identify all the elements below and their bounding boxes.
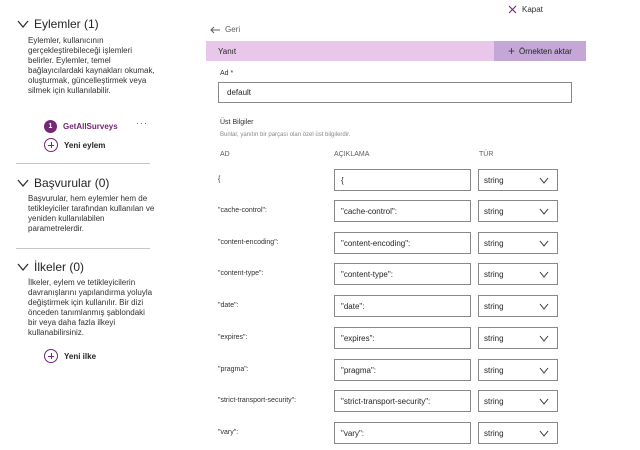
policies-title: İlkeler (0)	[34, 260, 85, 274]
header-row: "expires": string	[206, 327, 586, 349]
column-header-description: AÇIKLAMA	[334, 151, 370, 158]
header-name: "vary":	[218, 429, 239, 436]
back-label: Geri	[225, 25, 241, 34]
header-row: "date": string	[206, 295, 586, 317]
header-description-input[interactable]	[334, 422, 471, 444]
name-field-label: Ad *	[220, 70, 234, 77]
plus-icon: +	[508, 44, 516, 58]
policies-section-header[interactable]: İlkeler (0)	[16, 260, 84, 274]
header-name: "date":	[218, 302, 239, 309]
header-row: { string	[206, 169, 586, 191]
close-label: Kapat	[522, 5, 543, 14]
header-name: "expires":	[218, 334, 248, 341]
action-number-badge: 1	[44, 120, 57, 133]
response-title: Yanıt	[218, 47, 237, 56]
column-header-name: AD	[220, 151, 230, 158]
type-value: string	[484, 206, 504, 216]
header-row: "pragma": string	[206, 359, 586, 381]
name-input[interactable]	[218, 82, 572, 103]
header-name: {	[218, 176, 221, 183]
header-description-input[interactable]	[334, 200, 471, 222]
header-description-input[interactable]	[334, 232, 471, 254]
action-label: GetAllSurveys	[63, 122, 118, 131]
header-description-input[interactable]	[334, 327, 471, 349]
chevron-down-icon	[539, 335, 549, 342]
add-circle-icon	[44, 349, 58, 363]
type-value: string	[484, 238, 504, 248]
actions-title: Eylemler (1)	[34, 17, 99, 31]
chevron-down-icon[interactable]	[16, 17, 30, 31]
new-policy-button[interactable]: Yeni ilke	[44, 349, 96, 363]
chevron-down-icon	[539, 177, 549, 184]
header-name: "content-encoding":	[218, 239, 279, 246]
left-panel: Eylemler (1) Eylemler, kullanıcının gerç…	[0, 0, 160, 450]
header-row: "content-encoding": string	[206, 232, 586, 254]
header-row: "cache-control": string	[206, 200, 586, 222]
header-description-input[interactable]	[334, 295, 471, 317]
type-value: string	[484, 396, 504, 406]
close-icon	[508, 5, 517, 14]
new-action-button[interactable]: Yeni eylem	[44, 138, 105, 152]
more-options-icon[interactable]: ···	[136, 118, 148, 128]
chevron-down-icon	[539, 367, 549, 374]
header-description-input[interactable]	[334, 169, 471, 191]
actions-description: Eylemler, kullanıcının gerçekleştirebile…	[28, 36, 155, 95]
import-label: Örnekten aktar	[519, 46, 572, 56]
headers-hint: Bunlar, yanıtın bir parçası olan özel üs…	[220, 132, 351, 138]
close-button[interactable]: Kapat	[508, 5, 543, 14]
header-row: "content-type": string	[206, 263, 586, 285]
references-section-header[interactable]: Başvurular (0)	[16, 176, 109, 190]
chevron-down-icon	[539, 208, 549, 215]
header-description-input[interactable]	[334, 390, 471, 412]
header-type-dropdown[interactable]: string	[478, 359, 558, 381]
header-description-input[interactable]	[334, 263, 471, 285]
header-name: "content-type":	[218, 270, 264, 277]
header-type-dropdown[interactable]: string	[478, 263, 558, 285]
chevron-down-icon	[539, 303, 549, 310]
divider	[16, 248, 150, 249]
header-type-dropdown[interactable]: string	[478, 327, 558, 349]
type-value: string	[484, 365, 504, 375]
chevron-down-icon	[539, 398, 549, 405]
policies-description: İlkeler, eylem ve tetikleyicilerin davra…	[28, 278, 153, 337]
import-from-sample-button[interactable]: + Örnekten aktar	[494, 41, 586, 61]
references-title: Başvurular (0)	[34, 176, 110, 190]
type-value: string	[484, 333, 504, 343]
actions-section-header[interactable]: Eylemler (1)	[16, 17, 99, 31]
add-circle-icon	[44, 138, 58, 152]
divider	[16, 163, 150, 164]
type-value: string	[484, 175, 504, 185]
header-row: "vary": string	[206, 422, 586, 444]
chevron-down-icon	[539, 240, 549, 247]
header-type-dropdown[interactable]: string	[478, 390, 558, 412]
references-description: Başvurular, hem eylemler hem de tetikley…	[28, 194, 155, 233]
header-row: "strict-transport-security": string	[206, 390, 586, 412]
response-editor: Kapat Geri Yanıt + Örnekten aktar Ad * Ü…	[206, 0, 640, 450]
response-header-bar: Yanıt + Örnekten aktar	[206, 41, 586, 61]
header-name: "cache-control":	[218, 207, 267, 214]
header-type-dropdown[interactable]: string	[478, 200, 558, 222]
header-type-dropdown[interactable]: string	[478, 295, 558, 317]
header-type-dropdown[interactable]: string	[478, 232, 558, 254]
new-policy-label: Yeni ilke	[64, 351, 97, 361]
arrow-left-icon	[210, 26, 220, 33]
header-name: "pragma":	[218, 366, 249, 373]
header-name: "strict-transport-security":	[218, 397, 297, 404]
chevron-down-icon[interactable]	[16, 176, 30, 190]
chevron-down-icon[interactable]	[16, 260, 30, 274]
chevron-down-icon	[539, 430, 549, 437]
back-button[interactable]: Geri	[210, 25, 240, 34]
type-value: string	[484, 301, 504, 311]
header-description-input[interactable]	[334, 359, 471, 381]
headers-label: Üst Bilgiler	[220, 119, 254, 126]
header-type-dropdown[interactable]: string	[478, 169, 558, 191]
chevron-down-icon	[539, 271, 549, 278]
type-value: string	[484, 269, 504, 279]
action-item-getallsurveys[interactable]: 1 GetAllSurveys	[44, 120, 118, 133]
header-type-dropdown[interactable]: string	[478, 422, 558, 444]
column-header-type: TÜR	[479, 151, 494, 158]
type-value: string	[484, 428, 504, 438]
new-action-label: Yeni eylem	[64, 140, 106, 150]
